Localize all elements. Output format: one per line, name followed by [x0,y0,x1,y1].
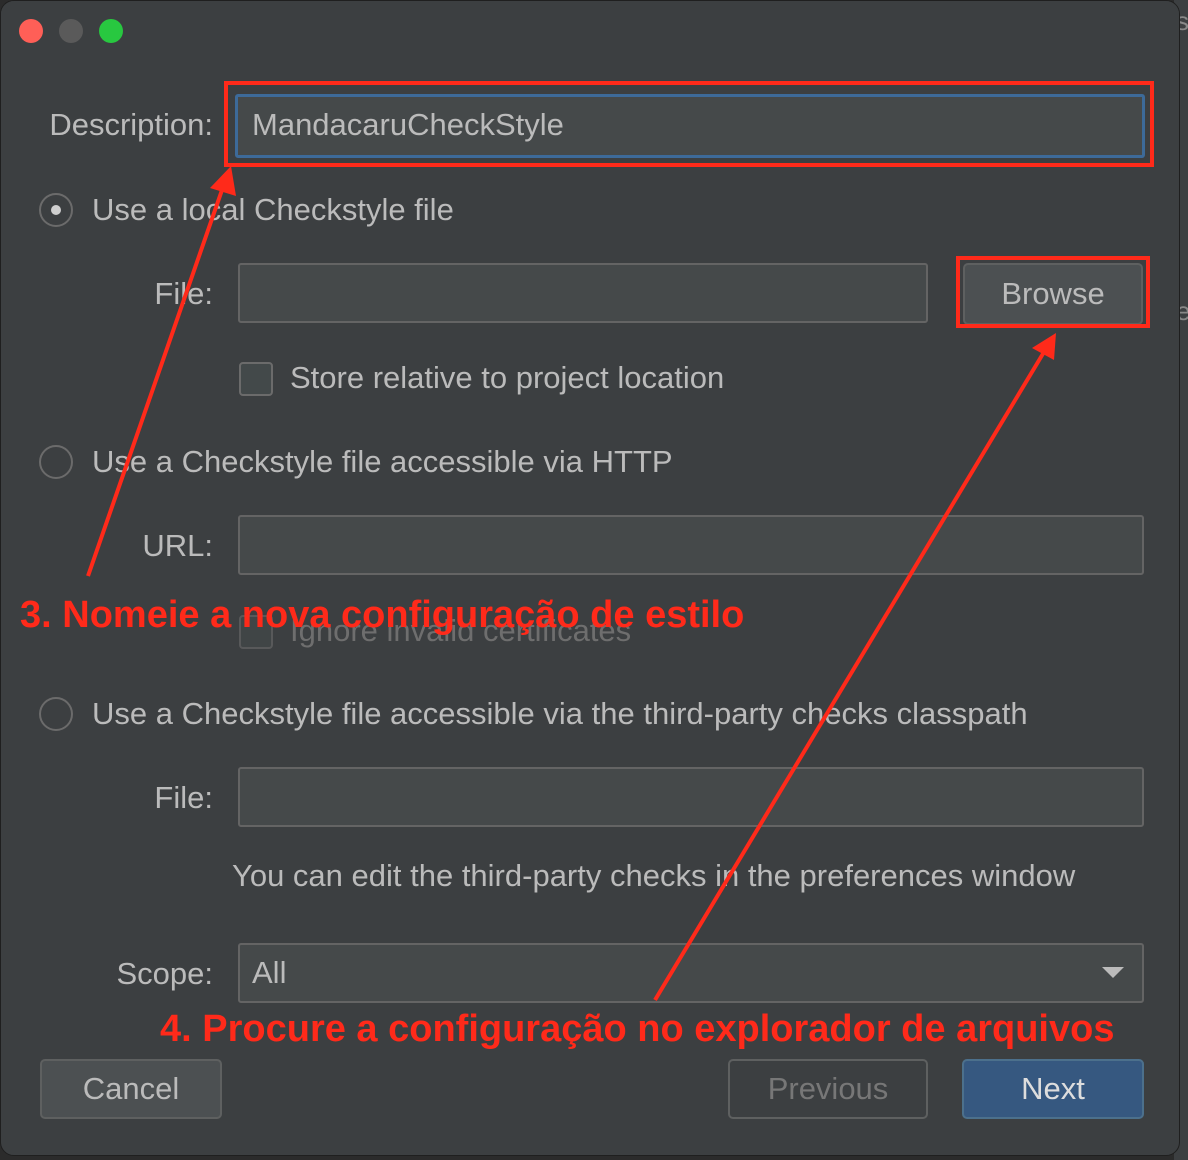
step4-annotation: 4. Procure a configuração no explorador … [160,1008,1115,1050]
annotation-arrows [86,166,1056,1002]
step4-arrow-line [653,350,1046,1002]
step3-arrow-line [86,189,224,577]
step3-arrow-head [210,166,236,196]
step3-annotation: 3. Nomeie a nova configuração de estilo [20,594,745,636]
step4-arrow-head [1032,333,1056,360]
